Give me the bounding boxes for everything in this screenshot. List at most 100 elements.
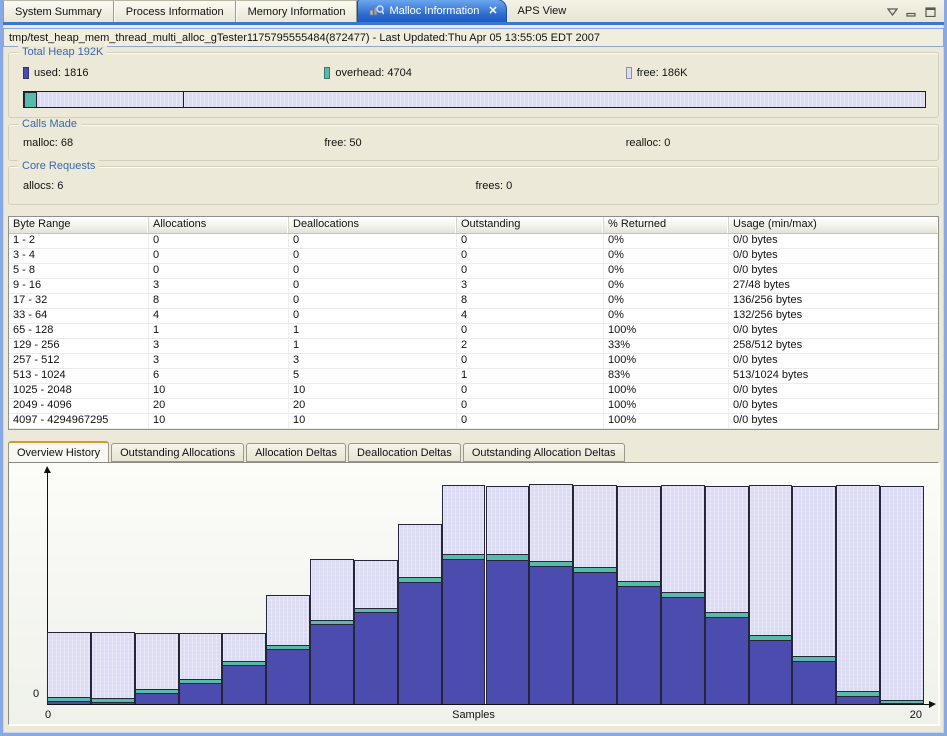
heap-usage-bar xyxy=(23,91,926,108)
overview-history-chart: 0 0 Samples 20 xyxy=(8,462,939,725)
chart-bar-free-segment xyxy=(442,485,486,554)
column-header-outstanding[interactable]: Outstanding xyxy=(457,217,604,233)
byte-range-table: Byte RangeAllocationsDeallocationsOutsta… xyxy=(8,216,939,430)
table-cell: 1 xyxy=(289,324,457,338)
chart-bar-free-segment xyxy=(179,633,223,679)
view-tab-memory-information[interactable]: Memory Information xyxy=(236,0,358,22)
table-cell: 10 xyxy=(289,384,457,398)
core-requests-frees: frees: 0 xyxy=(476,180,929,192)
table-cell: 0 xyxy=(457,249,604,263)
chart-bar-overhead-segment xyxy=(792,656,836,661)
x-axis-arrow-icon xyxy=(929,701,936,708)
heapbar-divider xyxy=(183,92,184,107)
table-row[interactable]: 513 - 102465183%513/1024 bytes xyxy=(9,369,938,384)
core-requests-values: allocs: 6frees: 0 xyxy=(23,180,928,192)
chart-bar-free-segment xyxy=(135,633,179,689)
table-cell: 3 xyxy=(149,339,289,353)
history-tab-outstanding-allocations[interactable]: Outstanding Allocations xyxy=(111,443,244,462)
table-cell: 20 xyxy=(149,399,289,413)
view-tab-aps-view[interactable]: APS View xyxy=(507,0,578,22)
table-row[interactable]: 3 - 40000%0/0 bytes xyxy=(9,249,938,264)
table-row[interactable]: 1 - 20000%0/0 bytes xyxy=(9,234,938,249)
table-cell: 0 xyxy=(457,384,604,398)
chart-bar-overhead-segment xyxy=(880,700,924,703)
table-cell: 258/512 bytes xyxy=(729,339,938,353)
table-cell: 1 xyxy=(289,339,457,353)
column-header-byte-range[interactable]: Byte Range xyxy=(9,217,149,233)
chart-bar-free-segment xyxy=(310,559,354,620)
table-row[interactable]: 129 - 25631233%258/512 bytes xyxy=(9,339,938,354)
chart-bar-used-segment xyxy=(354,612,398,704)
view-tab-process-information[interactable]: Process Information xyxy=(114,0,236,22)
table-cell: 100% xyxy=(604,414,729,428)
chart-bar-overhead-segment xyxy=(222,661,266,665)
total-heap-title: Total Heap 192K xyxy=(18,46,107,58)
column-header-allocations[interactable]: Allocations xyxy=(149,217,289,233)
view-tab-malloc-information[interactable]: Malloc Information✕ xyxy=(357,0,506,22)
heap-legend-text: overhead: 4704 xyxy=(335,67,411,79)
chart-plot-area xyxy=(47,476,924,704)
chart-bar-used-segment xyxy=(880,703,924,704)
table-cell: 0/0 bytes xyxy=(729,414,938,428)
close-tab-icon[interactable]: ✕ xyxy=(488,6,497,16)
table-cell: 0 xyxy=(149,264,289,278)
table-row[interactable]: 257 - 512330100%0/0 bytes xyxy=(9,354,938,369)
view-toolbar xyxy=(886,6,936,17)
chart-bar-used-segment xyxy=(266,649,310,704)
malloc-information-view: System SummaryProcess Information Memory … xyxy=(0,0,947,736)
table-row[interactable]: 33 - 644040%132/256 bytes xyxy=(9,309,938,324)
table-row[interactable]: 17 - 328080%136/256 bytes xyxy=(9,294,938,309)
table-cell: 0/0 bytes xyxy=(729,249,938,263)
table-row[interactable]: 9 - 163030%27/48 bytes xyxy=(9,279,938,294)
table-row[interactable]: 65 - 128110100%0/0 bytes xyxy=(9,324,938,339)
column-header-usage-min-max-[interactable]: Usage (min/max) xyxy=(729,217,938,233)
view-tab-label: Memory Information xyxy=(248,6,346,18)
chart-bar-free-segment xyxy=(573,485,617,567)
chart-bar-overhead-segment xyxy=(135,689,179,693)
table-row[interactable]: 2049 - 409620200100%0/0 bytes xyxy=(9,399,938,414)
table-cell: 100% xyxy=(604,354,729,368)
table-cell: 132/256 bytes xyxy=(729,309,938,323)
chart-bar-used-segment xyxy=(573,572,617,704)
history-tab-overview-history[interactable]: Overview History xyxy=(8,441,109,462)
table-cell: 0% xyxy=(604,279,729,293)
chart-bar-free-segment xyxy=(354,560,398,608)
core-requests-allocs: allocs: 6 xyxy=(23,180,476,192)
minimize-icon[interactable] xyxy=(905,6,917,17)
process-path-and-updated: tmp/test_heap_mem_thread_multi_alloc_gTe… xyxy=(9,32,600,44)
x-axis-tick-20: 20 xyxy=(910,709,922,721)
table-cell: 1 xyxy=(457,369,604,383)
column-header-deallocations[interactable]: Deallocations xyxy=(289,217,457,233)
table-cell: 0% xyxy=(604,294,729,308)
y-axis-tick-0: 0 xyxy=(33,688,39,700)
chart-bar-overhead-segment xyxy=(354,608,398,612)
table-cell: 0/0 bytes xyxy=(729,399,938,413)
core-requests-group: Core Requests allocs: 6frees: 0 xyxy=(8,166,939,205)
chart-bar-free-segment xyxy=(398,524,442,577)
history-tab-allocation-deltas[interactable]: Allocation Deltas xyxy=(246,443,346,462)
table-cell: 5 xyxy=(289,369,457,383)
table-row[interactable]: 5 - 80000%0/0 bytes xyxy=(9,264,938,279)
history-tab-outstanding-allocation-deltas[interactable]: Outstanding Allocation Deltas xyxy=(463,443,625,462)
column-header--returned[interactable]: % Returned xyxy=(604,217,729,233)
table-cell: 6 xyxy=(149,369,289,383)
chart-bar-used-segment xyxy=(792,661,836,704)
table-cell: 0/0 bytes xyxy=(729,234,938,248)
table-cell: 1025 - 2048 xyxy=(9,384,149,398)
chart-bar-used-segment xyxy=(836,696,880,704)
calls-made-free: free: 50 xyxy=(324,137,625,149)
table-row[interactable]: 1025 - 204810100100%0/0 bytes xyxy=(9,384,938,399)
table-cell: 83% xyxy=(604,369,729,383)
table-cell: 4 xyxy=(149,309,289,323)
chart-bar-used-segment xyxy=(486,560,530,704)
x-axis-label: Samples xyxy=(452,709,495,721)
table-cell: 17 - 32 xyxy=(9,294,149,308)
chart-bar-free-segment xyxy=(266,595,310,645)
calls-made-title: Calls Made xyxy=(18,118,81,130)
view-tab-system-summary[interactable]: System Summary xyxy=(3,0,114,22)
table-cell: 65 - 128 xyxy=(9,324,149,338)
maximize-icon[interactable] xyxy=(924,6,936,17)
view-menu-chevron-icon[interactable] xyxy=(886,6,898,17)
history-tab-deallocation-deltas[interactable]: Deallocation Deltas xyxy=(348,443,461,462)
table-row[interactable]: 4097 - 429496729510100100%0/0 bytes xyxy=(9,414,938,429)
